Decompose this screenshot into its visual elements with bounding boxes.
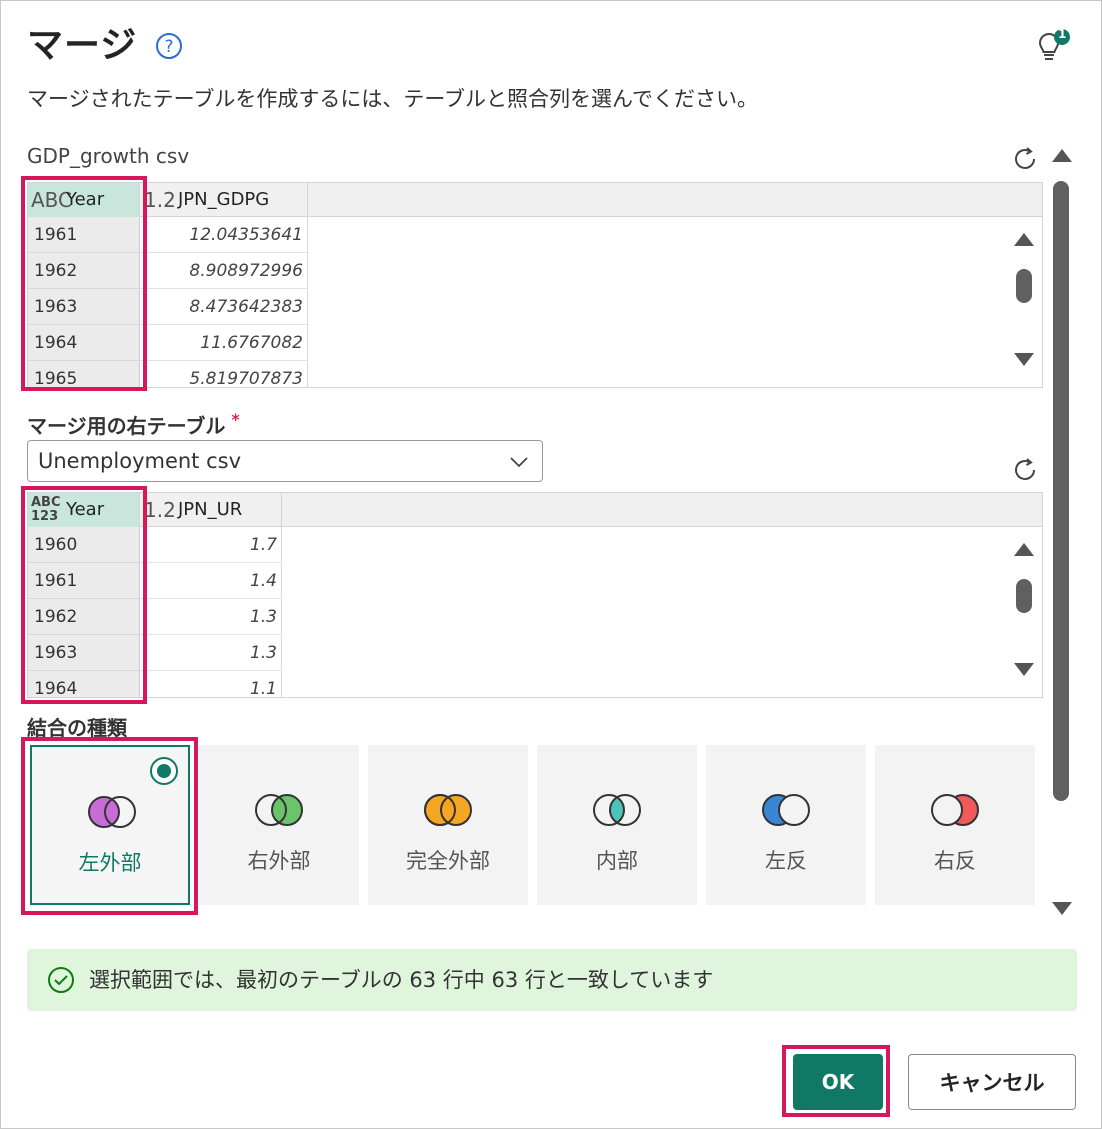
scroll-up-arrow-icon[interactable] <box>1014 543 1034 556</box>
scroll-up-arrow-icon[interactable] <box>1014 233 1034 246</box>
scroll-thumb[interactable] <box>1053 181 1069 801</box>
scroll-thumb[interactable] <box>1016 269 1032 303</box>
dialog-subtitle: マージされたテーブルを作成するには、テーブルと照合列を選んでください。 <box>27 87 759 111</box>
join-option-right-outer[interactable]: 右外部 <box>199 745 359 905</box>
ok-button-highlight <box>782 1045 890 1117</box>
venn-right-outer-icon <box>255 794 303 826</box>
table-header: ABC Year 1.2 JPN_GDPG <box>28 183 1042 217</box>
cancel-button[interactable]: キャンセル <box>908 1054 1076 1110</box>
join-option-right-anti[interactable]: 右反 <box>875 745 1035 905</box>
venn-left-anti-icon <box>762 794 810 826</box>
match-status-bar: 選択範囲では、最初のテーブルの 63 行中 63 行と一致しています <box>27 949 1077 1011</box>
right-table-dropdown[interactable]: Unemployment csv <box>27 440 543 482</box>
scroll-down-arrow-icon[interactable] <box>1052 902 1072 915</box>
left-table-preview: ABC Year 1.2 JPN_GDPG 1961 12.04353641 19… <box>27 182 1043 388</box>
table-row[interactable]: 1965 5.819707873 <box>28 361 1042 387</box>
scroll-down-arrow-icon[interactable] <box>1014 353 1034 366</box>
table-row[interactable]: 1963 1.3 <box>28 635 1042 671</box>
scroll-down-arrow-icon[interactable] <box>1014 663 1034 676</box>
decimal-type-icon: 1.2 <box>144 498 176 522</box>
table-row[interactable]: 1962 8.908972996 <box>28 253 1042 289</box>
dialog-title: マージ <box>27 25 138 66</box>
join-option-full-outer[interactable]: 完全外部 <box>368 745 528 905</box>
venn-full-outer-icon <box>424 794 472 826</box>
column-header-jpn-gdpg[interactable]: 1.2 JPN_GDPG <box>140 183 308 217</box>
table-row[interactable]: 1961 1.4 <box>28 563 1042 599</box>
scroll-thumb[interactable] <box>1016 579 1032 613</box>
check-circle-icon <box>48 967 74 993</box>
decimal-type-icon: 1.2 <box>144 188 176 212</box>
scroll-up-arrow-icon[interactable] <box>1052 149 1072 162</box>
venn-inner-icon <box>593 794 641 826</box>
join-option-inner[interactable]: 内部 <box>537 745 697 905</box>
table-row[interactable]: 1964 11.6767082 <box>28 325 1042 361</box>
join-selection-highlight <box>21 737 198 915</box>
year-column-highlight-left <box>21 176 147 391</box>
table-header: ABC 123 Year 1.2 JPN_UR <box>28 493 1042 527</box>
refresh-icon[interactable] <box>1010 144 1040 174</box>
lightbulb-icon[interactable]: 1 <box>1034 27 1072 64</box>
table-row[interactable]: 1962 1.3 <box>28 599 1042 635</box>
table-row[interactable]: 1960 1.7 <box>28 527 1042 563</box>
right-table-label: マージ用の右テーブル * <box>27 410 240 438</box>
dialog-scrollbar[interactable] <box>1050 145 1074 920</box>
right-table-preview: ABC 123 Year 1.2 JPN_UR 1960 1.7 1961 1.4 … <box>27 492 1043 698</box>
match-status-text: 選択範囲では、最初のテーブルの 63 行中 63 行と一致しています <box>89 968 714 992</box>
notification-badge: 1 <box>1058 27 1067 41</box>
svg-text:?: ? <box>164 37 173 57</box>
help-icon[interactable]: ? <box>155 32 183 60</box>
year-column-highlight-right <box>21 486 147 704</box>
refresh-icon[interactable] <box>1010 455 1040 485</box>
venn-right-anti-icon <box>931 794 979 826</box>
required-mark: * <box>231 410 240 429</box>
left-table-name: GDP_growth csv <box>27 144 190 168</box>
chevron-down-icon <box>510 457 528 468</box>
column-header-jpn-ur[interactable]: 1.2 JPN_UR <box>140 493 282 527</box>
table-row[interactable]: 1964 1.1 <box>28 671 1042 697</box>
join-option-left-anti[interactable]: 左反 <box>706 745 866 905</box>
table-row[interactable]: 1963 8.473642383 <box>28 289 1042 325</box>
left-table-scrollbar[interactable] <box>1012 233 1036 373</box>
table-row[interactable]: 1961 12.04353641 <box>28 217 1042 253</box>
right-table-selected: Unemployment csv <box>38 449 242 473</box>
right-table-scrollbar[interactable] <box>1012 543 1036 683</box>
